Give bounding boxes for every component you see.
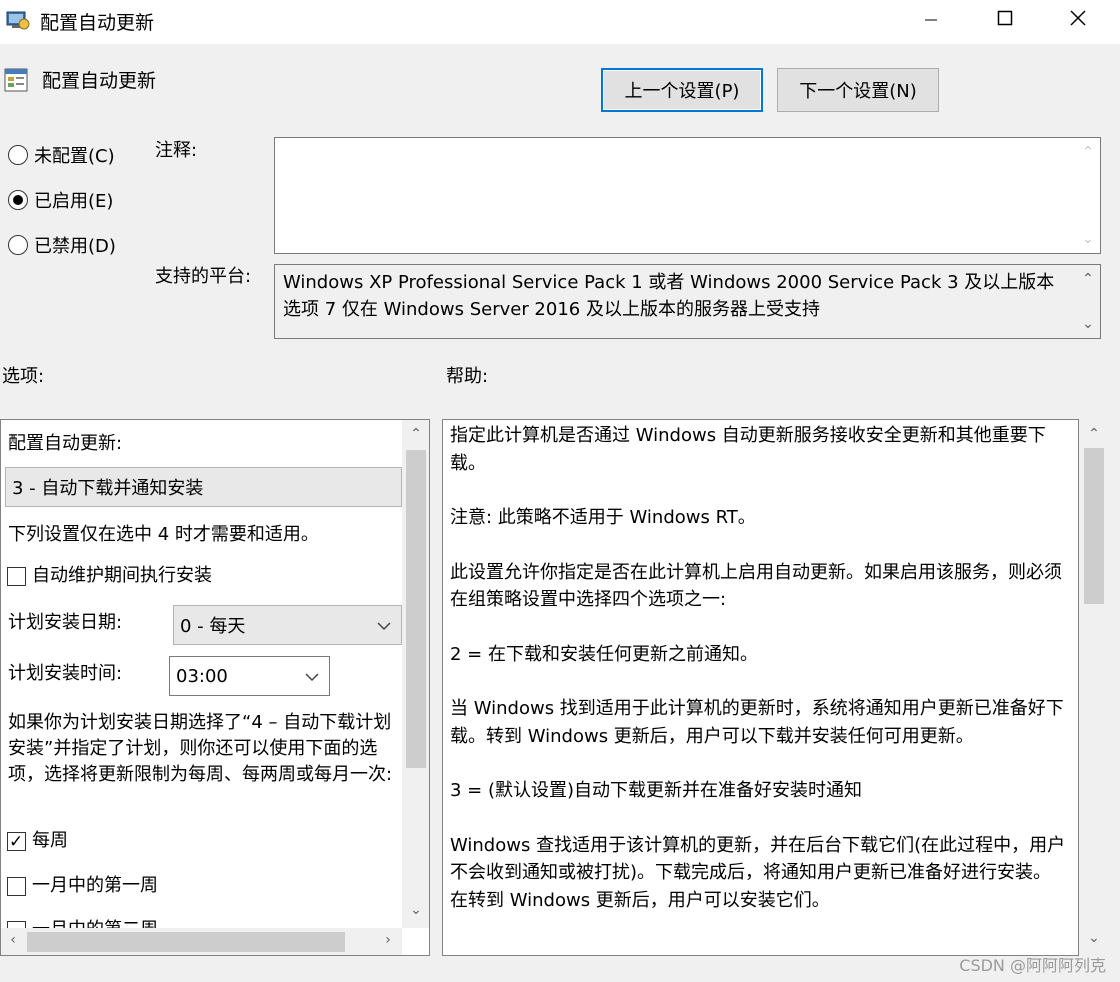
- comment-label: 注释:: [155, 140, 198, 161]
- install-time-label: 计划安装时间:: [8, 663, 123, 684]
- options-panel: 配置自动更新: 3 - 自动下载并通知安装 下列设置仅在选中 4 时才需要和适用…: [0, 419, 430, 956]
- maximize-button[interactable]: [977, 0, 1033, 40]
- platform-text: Windows XP Professional Service Pack 1 或…: [283, 269, 1070, 338]
- scroll-down-icon[interactable]: ⌄: [1082, 930, 1106, 946]
- help-paragraph: 指定此计算机是否通过 Windows 自动更新服务接收安全更新和其他重要下载。: [450, 425, 1046, 474]
- radio-not-configured[interactable]: 未配置(C): [8, 142, 115, 168]
- minimize-icon: [924, 10, 938, 31]
- install-day-value: 0 - 每天: [180, 616, 246, 637]
- checkbox-box[interactable]: [7, 566, 26, 586]
- radio-label: 未配置(C): [34, 146, 115, 167]
- scroll-up-icon[interactable]: ⌃: [1082, 144, 1094, 160]
- install-time-value: 03:00: [176, 665, 228, 687]
- maintenance-install-checkbox[interactable]: 自动维护期间执行安装: [7, 563, 212, 589]
- weekly-checkbox[interactable]: 每周: [7, 828, 68, 855]
- watermark: CSDN @阿阿阿列克: [959, 956, 1106, 975]
- checkbox-label: 自动维护期间执行安装: [32, 565, 212, 586]
- minimize-button[interactable]: [903, 0, 959, 40]
- platform-cut-line: 选项 7 仅在 Windows Server 2016 及以上版本的服务器上受支…: [283, 299, 820, 320]
- scroll-down-icon[interactable]: ⌄: [404, 902, 428, 918]
- scroll-down-icon[interactable]: ⌄: [1082, 316, 1094, 332]
- checkbox-label: 一月中的第一周: [32, 875, 158, 896]
- configure-updates-label: 配置自动更新:: [8, 433, 123, 454]
- platform-value: Windows XP Professional Service Pack 1 或…: [283, 272, 1055, 293]
- help-paragraph: 此设置允许你指定是否在此计算机上启用自动更新。如果启用该服务，则必须在组策略设置…: [450, 561, 1062, 611]
- options-scroll-thumb[interactable]: [406, 450, 426, 768]
- platform-box: Windows XP Professional Service Pack 1 或…: [274, 264, 1101, 339]
- help-label: 帮助:: [446, 366, 489, 387]
- options-hscroll-thumb[interactable]: [27, 932, 345, 952]
- configure-updates-value: 3 - 自动下载并通知安装: [12, 478, 204, 499]
- comment-scrollbar[interactable]: ⌃ ⌄: [1076, 138, 1100, 253]
- platform-label: 支持的平台:: [155, 266, 252, 287]
- install-day-label: 计划安装日期:: [8, 612, 123, 633]
- configure-updates-dropdown[interactable]: 3 - 自动下载并通知安装: [5, 467, 402, 507]
- comment-value: [275, 138, 1100, 146]
- checkbox-label: 每周: [32, 830, 68, 851]
- second-week-checkbox[interactable]: 一月中的第二周: [7, 917, 158, 928]
- close-button[interactable]: [1050, 0, 1106, 40]
- radio-enabled[interactable]: 已启用(E): [8, 187, 113, 213]
- radio-disabled[interactable]: 已禁用(D): [8, 232, 116, 258]
- schedule-paragraph: 如果你为计划安装日期选择了“4 – 自动下载计划安装”并指定了计划，则你还可以使…: [8, 712, 393, 785]
- help-paragraph: Windows 查找适用于该计算机的更新，并在后台下载它们(在此过程中，用户不会…: [450, 834, 1066, 911]
- scroll-up-icon[interactable]: ⌃: [1082, 271, 1094, 287]
- help-paragraph: 当 Windows 找到适用于此计算机的更新时，系统将通知用户更新已准备好下载。…: [450, 698, 1064, 747]
- help-paragraph: 2 = 在下载和安装任何更新之前通知。: [450, 643, 758, 665]
- radio-circle[interactable]: [8, 235, 28, 255]
- scroll-up-icon[interactable]: ⌃: [404, 426, 428, 442]
- radio-circle[interactable]: [8, 145, 28, 165]
- close-icon: [1069, 9, 1087, 32]
- help-paragraph: 注意: 此策略不适用于 Windows RT。: [450, 507, 756, 528]
- help-paragraph: 3 = (默认设置)自动下载更新并在准备好安装时通知: [450, 780, 863, 801]
- comment-textarea[interactable]: ⌃ ⌄: [274, 137, 1101, 254]
- checkbox-box[interactable]: [7, 876, 26, 896]
- options-note: 下列设置仅在选中 4 时才需要和适用。: [8, 524, 319, 545]
- radio-circle-selected[interactable]: [8, 190, 28, 210]
- radio-label: 已禁用(D): [34, 236, 116, 257]
- scroll-up-icon[interactable]: ⌃: [1082, 426, 1106, 442]
- previous-setting-button[interactable]: 上一个设置(P): [601, 68, 763, 112]
- setting-title: 配置自动更新: [42, 70, 157, 92]
- chevron-down-icon: [377, 615, 391, 636]
- radio-label: 已启用(E): [34, 191, 114, 212]
- chevron-down-icon: [305, 666, 319, 687]
- scroll-right-icon[interactable]: ›: [376, 932, 400, 948]
- help-panel: 指定此计算机是否通过 Windows 自动更新服务接收安全更新和其他重要下载。 …: [442, 419, 1079, 956]
- checkbox-label: 一月中的第二周: [32, 917, 158, 928]
- help-scroll-thumb[interactable]: [1084, 448, 1104, 604]
- next-setting-button[interactable]: 下一个设置(N): [777, 68, 939, 112]
- platform-scrollbar[interactable]: ⌃ ⌄: [1076, 265, 1100, 338]
- help-text: 指定此计算机是否通过 Windows 自动更新服务接收安全更新和其他重要下载。 …: [450, 422, 1068, 914]
- policy-icon: [5, 9, 31, 31]
- checkbox-box-checked[interactable]: [7, 829, 26, 855]
- scroll-left-icon[interactable]: ‹: [1, 932, 25, 948]
- window-title: 配置自动更新: [40, 12, 155, 34]
- install-time-dropdown[interactable]: 03:00: [169, 656, 330, 696]
- checkbox-box[interactable]: [7, 920, 26, 928]
- scroll-down-icon[interactable]: ⌄: [1082, 231, 1094, 247]
- first-week-checkbox[interactable]: 一月中的第一周: [7, 873, 158, 899]
- options-content: 配置自动更新: 3 - 自动下载并通知安装 下列设置仅在选中 4 时才需要和适用…: [1, 420, 402, 928]
- install-day-dropdown[interactable]: 0 - 每天: [173, 605, 402, 645]
- maximize-icon: [997, 10, 1013, 31]
- setting-icon: [4, 66, 30, 94]
- options-label: 选项:: [2, 366, 45, 387]
